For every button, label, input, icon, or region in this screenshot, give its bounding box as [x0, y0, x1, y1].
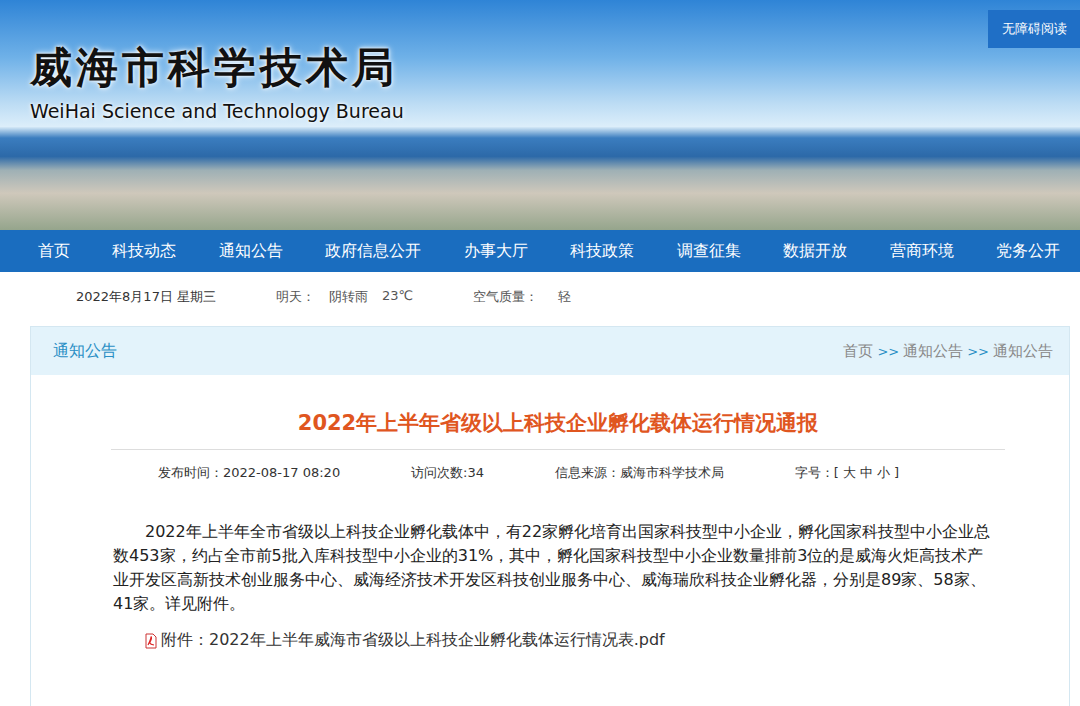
main-nav: 首页 科技动态 通知公告 政府信息公开 办事大厅 科技政策 调查征集 数据开放 营商环境 党务公开 [0, 230, 1080, 272]
publish-time: 发布时间：2022-08-17 08:20 [158, 464, 340, 482]
air-quality: 空气质量： 轻 [473, 288, 571, 306]
font-size-option[interactable]: 小 [877, 465, 890, 480]
air-quality-label: 空气质量： [473, 289, 538, 304]
weather-text: 明天： [276, 288, 315, 306]
breadcrumb-separator: >> [877, 344, 899, 359]
weather-text: 阴转雨 [329, 288, 368, 306]
article-meta: 发布时间：2022-08-17 08:20 访问次数:34 信息来源：威海市科学技术… [31, 450, 1069, 482]
pdf-icon [143, 633, 159, 649]
font-size-option[interactable]: 大 [843, 465, 856, 480]
info-source: 信息来源：威海市科学技术局 [555, 464, 724, 482]
nav-item[interactable]: 营商环境 [890, 241, 954, 262]
breadcrumb-item[interactable]: 通知公告>> [903, 342, 993, 360]
attachment-text: 附件：2022年上半年威海市省级以上科技企业孵化载体运行情况表.pdf [161, 630, 665, 651]
nav-item[interactable]: 政府信息公开 [325, 241, 421, 262]
breadcrumb: 首页>>通知公告>>通知公告 [843, 342, 1053, 361]
attachment-link[interactable]: 附件：2022年上半年威海市省级以上科技企业孵化载体运行情况表.pdf [143, 630, 1069, 651]
section-title: 通知公告 [53, 341, 117, 362]
weather: 明天： 阴转雨 23℃ [276, 288, 413, 306]
accessibility-button[interactable]: 无障碍阅读 [988, 10, 1080, 48]
font-size-switch: 字号：[大中小 ] [795, 464, 899, 482]
header-banner: 威海市科学技术局 WeiHai Science and Technology Bu… [0, 0, 1080, 230]
nav-item[interactable]: 科技政策 [570, 241, 634, 262]
article-body: 2022年上半年全市省级以上科技企业孵化载体中，有22家孵化培育出国家科技型中小… [113, 520, 993, 616]
nav-item[interactable]: 通知公告 [219, 241, 283, 262]
date-text: 2022年8月17日 星期三 [76, 288, 216, 306]
logo-subtitle: WeiHai Science and Technology Bureau [30, 100, 1080, 122]
content-panel: 通知公告首页>>通知公告>>通知公告2022年上半年省级以上科技企业孵化载体运行… [30, 326, 1070, 706]
breadcrumb-separator: >> [967, 344, 989, 359]
nav-item[interactable]: 首页 [38, 241, 70, 262]
logo-title: 威海市科学技术局 [30, 40, 1080, 96]
breadcrumb-item[interactable]: 首页>> [843, 342, 903, 360]
font-size-option[interactable]: 中 [860, 465, 873, 480]
weather-text: 23℃ [382, 288, 413, 306]
nav-item[interactable]: 党务公开 [996, 241, 1060, 262]
air-quality-value: 轻 [558, 289, 571, 304]
page: 威海市科学技术局 WeiHai Science and Technology Bu… [0, 0, 1080, 706]
nav-item[interactable]: 科技动态 [112, 241, 176, 262]
info-bar: 2022年8月17日 星期三 明天： 阴转雨 23℃ 空气质量： 轻 [0, 272, 1080, 322]
nav-item[interactable]: 调查征集 [677, 241, 741, 262]
breadcrumb-item[interactable]: 通知公告 [993, 342, 1053, 360]
nav-item[interactable]: 数据开放 [783, 241, 847, 262]
article-title: 2022年上半年省级以上科技企业孵化载体运行情况通报 [111, 409, 1005, 450]
site-logo[interactable]: 威海市科学技术局 WeiHai Science and Technology Bu… [30, 40, 1080, 122]
visit-count: 访问次数:34 [411, 464, 484, 482]
panel-header: 通知公告首页>>通知公告>>通知公告 [31, 327, 1069, 375]
nav-item[interactable]: 办事大厅 [464, 241, 528, 262]
